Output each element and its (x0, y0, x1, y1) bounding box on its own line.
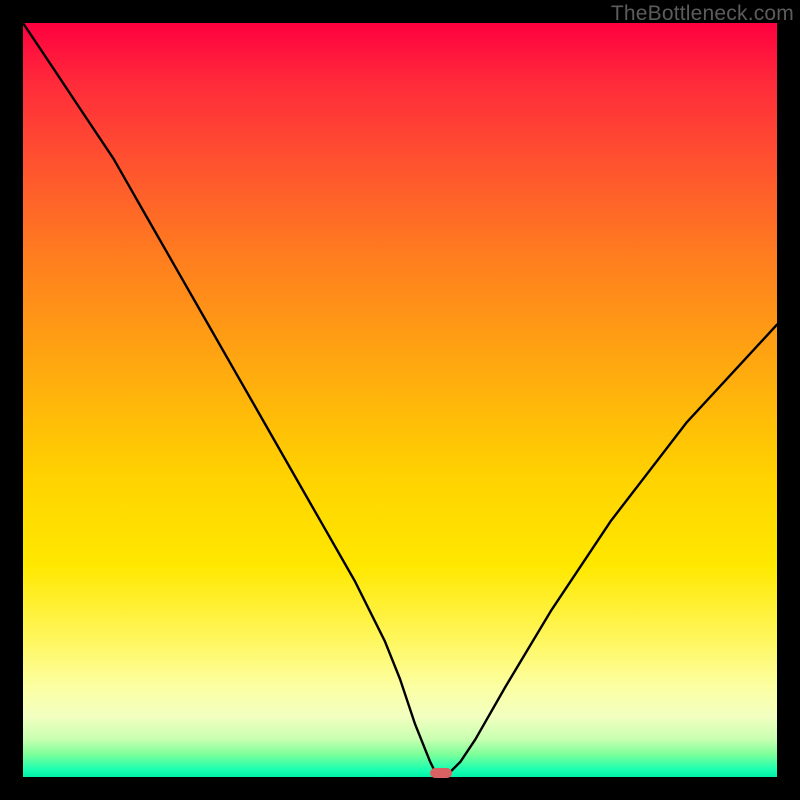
watermark-text: TheBottleneck.com (611, 2, 794, 26)
bottleneck-curve (23, 23, 777, 777)
plot-area (23, 23, 777, 777)
chart-frame: TheBottleneck.com (0, 0, 800, 800)
minimum-marker (430, 768, 452, 778)
